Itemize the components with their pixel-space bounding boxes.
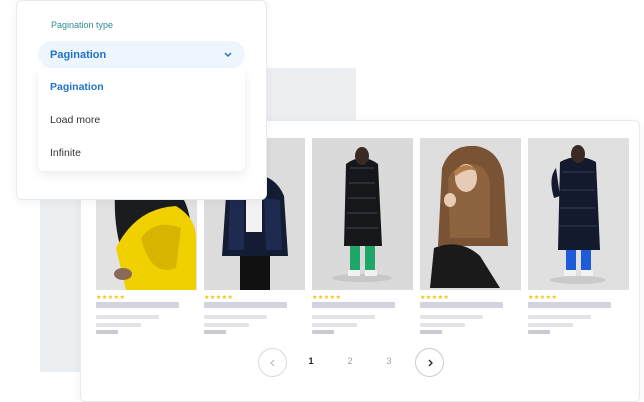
product-subtitle-placeholder — [420, 315, 483, 319]
pagination-type-menu: Pagination Load more Infinite — [38, 68, 245, 171]
product-price-placeholder — [204, 330, 226, 334]
rating-stars: ★★★★★ — [96, 295, 126, 301]
product-price-placeholder — [96, 330, 118, 334]
product-image[interactable] — [420, 138, 521, 290]
product-title-placeholder — [312, 302, 395, 308]
product-subtitle-placeholder — [312, 315, 375, 319]
product-subtitle-placeholder — [528, 315, 591, 319]
selected-value: Pagination — [50, 48, 107, 61]
option-pagination[interactable]: Pagination — [50, 81, 104, 93]
product-subtitle-placeholder — [312, 323, 357, 327]
page-number-1[interactable]: 1 — [304, 356, 318, 366]
product-image[interactable] — [312, 138, 413, 290]
chevron-right-icon — [426, 354, 434, 372]
product-card[interactable]: ★★★★★ — [312, 138, 413, 334]
product-subtitle-placeholder — [96, 315, 159, 319]
next-page-button[interactable] — [415, 348, 444, 377]
chevron-left-icon — [269, 354, 277, 372]
rating-stars: ★★★★★ — [204, 295, 234, 301]
product-subtitle-placeholder — [204, 315, 267, 319]
product-subtitle-placeholder — [96, 323, 141, 327]
rating-stars: ★★★★★ — [420, 295, 450, 301]
product-card[interactable]: ★★★★★ — [528, 138, 629, 334]
product-title-placeholder — [528, 302, 611, 308]
option-infinite[interactable]: Infinite — [50, 147, 81, 159]
page-number-2[interactable]: 2 — [343, 356, 357, 366]
product-price-placeholder — [420, 330, 442, 334]
option-load-more[interactable]: Load more — [50, 114, 100, 126]
product-subtitle-placeholder — [420, 323, 465, 327]
rating-stars: ★★★★★ — [312, 295, 342, 301]
pagination-type-label: Pagination type — [51, 20, 114, 30]
previous-page-button[interactable] — [258, 348, 287, 377]
product-image[interactable] — [528, 138, 629, 290]
pagination-type-select[interactable]: Pagination — [38, 41, 245, 68]
product-title-placeholder — [96, 302, 179, 308]
product-price-placeholder — [312, 330, 334, 334]
product-price-placeholder — [528, 330, 550, 334]
chevron-down-icon — [223, 50, 233, 60]
product-subtitle-placeholder — [204, 323, 249, 327]
page-number-3[interactable]: 3 — [382, 356, 396, 366]
rating-stars: ★★★★★ — [528, 295, 558, 301]
product-title-placeholder — [420, 302, 503, 308]
product-title-placeholder — [204, 302, 287, 308]
product-card[interactable]: ★★★★★ — [420, 138, 521, 334]
pagination-settings-panel: Pagination type Pagination Pagination Lo… — [16, 0, 267, 200]
product-subtitle-placeholder — [528, 323, 573, 327]
